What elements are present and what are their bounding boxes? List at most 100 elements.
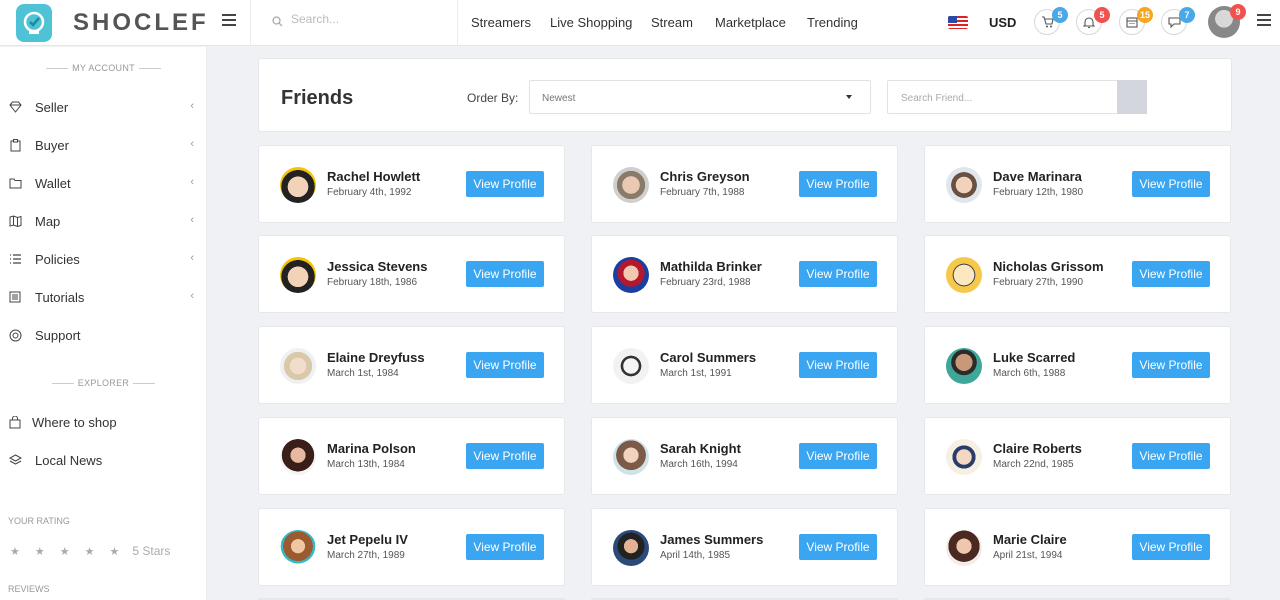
friend-name: Jessica Stevens: [327, 259, 428, 274]
view-profile-button[interactable]: View Profile: [1132, 534, 1210, 560]
view-profile-button[interactable]: View Profile: [466, 171, 544, 197]
user-avatar[interactable]: 9: [1208, 4, 1246, 38]
friend-name: Chris Greyson: [660, 169, 750, 184]
view-profile-button[interactable]: View Profile: [799, 352, 877, 378]
star-icon[interactable]: ★: [10, 545, 20, 558]
sidebar-item-buyer[interactable]: Buyer ‹: [8, 135, 198, 155]
book-icon: [8, 290, 22, 304]
avatar[interactable]: [280, 257, 316, 293]
friend-name: Luke Scarred: [993, 350, 1076, 365]
sidebar-item-policies[interactable]: Policies ‹: [8, 249, 198, 269]
nav-streamers[interactable]: Streamers: [471, 15, 531, 30]
calendar-icon: [1126, 17, 1138, 28]
sidebar-item-label: Map: [35, 213, 61, 229]
friend-card: Marina Polson March 13th, 1984 View Prof…: [258, 417, 565, 495]
star-icon[interactable]: ★: [110, 545, 120, 558]
avatar[interactable]: [613, 348, 649, 384]
friend-birthday: March 27th, 1989: [327, 550, 405, 561]
avatar[interactable]: [613, 167, 649, 203]
view-profile-button[interactable]: View Profile: [799, 534, 877, 560]
avatar[interactable]: [613, 530, 649, 566]
friend-card: Marie Claire April 21st, 1994 View Profi…: [924, 508, 1231, 586]
view-profile-button[interactable]: View Profile: [1132, 261, 1210, 287]
order-by-value: Newest: [542, 93, 576, 104]
friend-card: Rachel Howlett February 4th, 1992 View P…: [258, 145, 565, 223]
view-profile-button[interactable]: View Profile: [799, 261, 877, 287]
search-box: [250, 0, 458, 46]
friend-name: Dave Marinara: [993, 169, 1082, 184]
chevron-left-icon: ‹: [190, 176, 194, 188]
friend-card: Mathilda Brinker February 23rd, 1988 Vie…: [591, 235, 898, 313]
avatar[interactable]: [613, 439, 649, 475]
view-profile-button[interactable]: View Profile: [466, 261, 544, 287]
friend-search-input[interactable]: Search Friend...: [887, 80, 1147, 114]
friend-birthday: February 18th, 1986: [327, 277, 418, 288]
view-profile-button[interactable]: View Profile: [1132, 171, 1210, 197]
friends-header: Friends Order By: Newest Search Friend..…: [258, 58, 1232, 132]
us-flag-icon[interactable]: [948, 16, 968, 29]
sidebar-item-seller[interactable]: Seller ‹: [8, 97, 198, 117]
nav-stream[interactable]: Stream: [651, 15, 693, 30]
sidebar-item-map[interactable]: Map ‹: [8, 211, 198, 231]
friend-search-button[interactable]: [1117, 80, 1147, 114]
nav-trending[interactable]: Trending: [807, 15, 858, 30]
explorer-heading: EXPLORER: [0, 378, 207, 388]
right-menu-icon[interactable]: [1257, 14, 1271, 26]
messages-button[interactable]: 7: [1161, 7, 1195, 35]
nav-marketplace[interactable]: Marketplace: [715, 15, 786, 30]
view-profile-button[interactable]: View Profile: [1132, 443, 1210, 469]
chevron-left-icon: ‹: [190, 214, 194, 226]
avatar[interactable]: [280, 530, 316, 566]
nav-live-shopping[interactable]: Live Shopping: [550, 15, 632, 30]
currency-selector[interactable]: USD: [989, 15, 1016, 30]
avatar[interactable]: [946, 257, 982, 293]
avatar[interactable]: [280, 348, 316, 384]
logo-icon[interactable]: [16, 4, 52, 42]
friend-card: Chris Greyson February 7th, 1988 View Pr…: [591, 145, 898, 223]
star-icon[interactable]: ★: [85, 545, 95, 558]
friend-card: Claire Roberts March 22nd, 1985 View Pro…: [924, 417, 1231, 495]
view-profile-button[interactable]: View Profile: [799, 443, 877, 469]
menu-toggle-icon[interactable]: [222, 14, 236, 26]
friend-birthday: March 16th, 1994: [660, 459, 738, 470]
order-by-select[interactable]: Newest: [529, 80, 871, 114]
cart-button[interactable]: 5: [1034, 7, 1068, 35]
friend-name: Elaine Dreyfuss: [327, 350, 425, 365]
notifications-button[interactable]: 5: [1076, 7, 1110, 35]
sidebar-item-wallet[interactable]: Wallet ‹: [8, 173, 198, 193]
sidebar-item-where-to-shop[interactable]: Where to shop: [8, 412, 198, 432]
friend-name: Rachel Howlett: [327, 169, 421, 184]
avatar[interactable]: [946, 348, 982, 384]
view-profile-button[interactable]: View Profile: [466, 352, 544, 378]
page-title: Friends: [281, 87, 354, 109]
view-profile-button[interactable]: View Profile: [799, 171, 877, 197]
sidebar-item-label: Tutorials: [35, 289, 85, 305]
search-input[interactable]: [291, 12, 441, 26]
rating-stars[interactable]: ★ ★ ★ ★ ★ 5 Stars: [10, 544, 170, 558]
view-profile-button[interactable]: View Profile: [1132, 352, 1210, 378]
sidebar-item-support[interactable]: Support: [8, 325, 198, 345]
chevron-left-icon: ‹: [190, 252, 194, 264]
avatar[interactable]: [946, 530, 982, 566]
avatar[interactable]: [613, 257, 649, 293]
avatar[interactable]: [280, 167, 316, 203]
avatar[interactable]: [946, 439, 982, 475]
avatar[interactable]: [946, 167, 982, 203]
friend-birthday: February 23rd, 1988: [660, 277, 751, 288]
view-profile-button[interactable]: View Profile: [466, 534, 544, 560]
friend-card: Jessica Stevens February 18th, 1986 View…: [258, 235, 565, 313]
friend-birthday: February 4th, 1992: [327, 187, 412, 198]
star-icon[interactable]: ★: [35, 545, 45, 558]
calendar-button[interactable]: 15: [1119, 7, 1153, 35]
sidebar-item-local-news[interactable]: Local News: [8, 450, 198, 470]
chevron-left-icon: ‹: [190, 100, 194, 112]
friend-birthday: March 1st, 1984: [327, 368, 399, 379]
friend-card: Jet Pepelu IV March 27th, 1989 View Prof…: [258, 508, 565, 586]
brand-name[interactable]: SHOCLEF: [73, 9, 209, 37]
star-icon[interactable]: ★: [60, 545, 70, 558]
view-profile-button[interactable]: View Profile: [466, 443, 544, 469]
avatar[interactable]: [280, 439, 316, 475]
notifications-badge: 5: [1094, 7, 1110, 23]
sidebar-item-tutorials[interactable]: Tutorials ‹: [8, 287, 198, 307]
sidebar-item-label: Seller: [35, 99, 69, 115]
